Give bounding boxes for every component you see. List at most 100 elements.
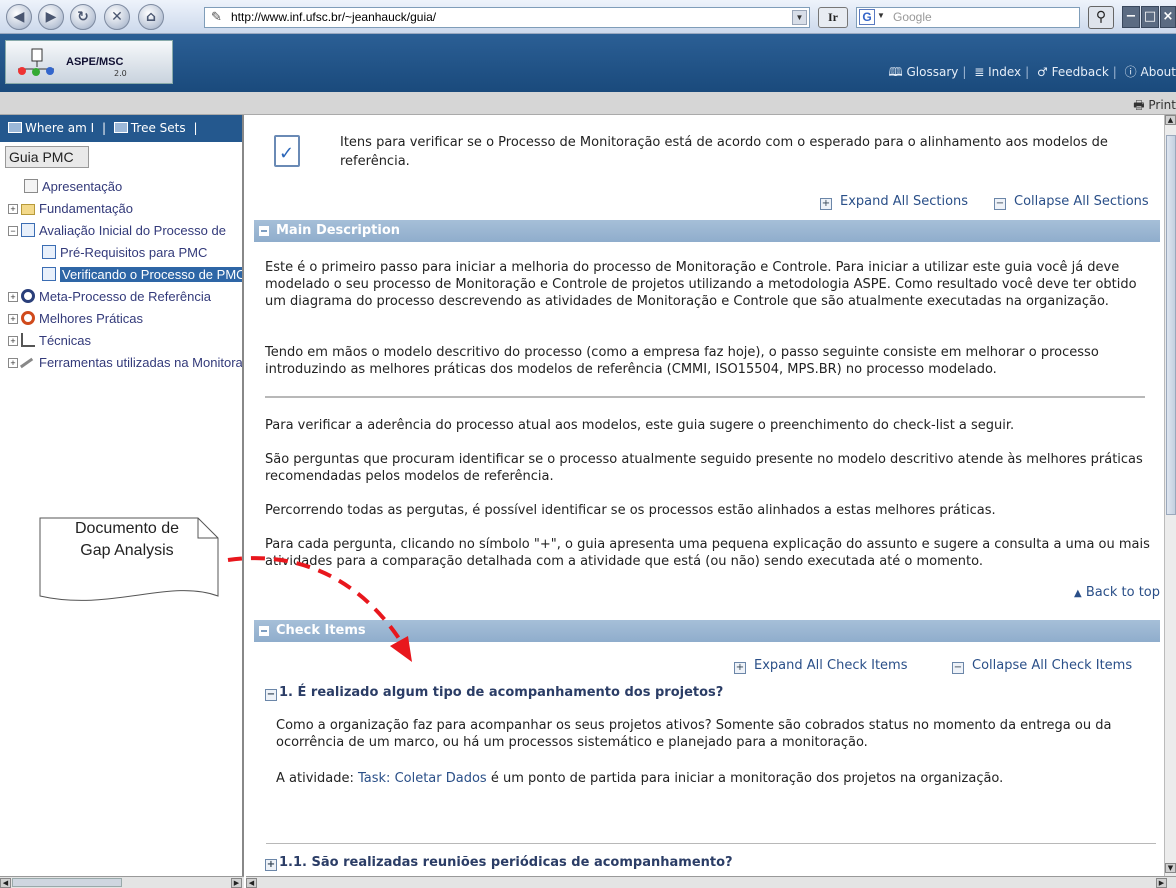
check-items-header[interactable]: Check Items bbox=[254, 620, 1160, 642]
home-icon[interactable]: ⌂ bbox=[138, 4, 164, 30]
tree-item[interactable]: + Fundamentação bbox=[8, 199, 242, 221]
print-button[interactable]: 🖶 Print bbox=[1133, 96, 1176, 117]
collapse-icon[interactable] bbox=[259, 226, 269, 236]
question-text: 1. É realizado algum tipo de acompanhame… bbox=[279, 685, 724, 700]
tree-item-label: Avaliação Inicial do Processo de bbox=[39, 223, 226, 238]
callout-line: Documento de bbox=[74, 520, 180, 537]
content-horizontal-scrollbar[interactable]: ◀ ▶ bbox=[246, 876, 1176, 888]
check-item-title[interactable]: −1. É realizado algum tipo de acompanham… bbox=[265, 685, 723, 701]
index-icon: ≣ bbox=[974, 65, 985, 79]
scroll-down-icon[interactable]: ▼ bbox=[1165, 863, 1176, 873]
tree-item[interactable]: − Avaliação Inicial do Processo de bbox=[8, 221, 242, 243]
collapse-icon[interactable] bbox=[259, 626, 269, 636]
checklist-icon bbox=[21, 223, 35, 237]
tree-item[interactable]: + Melhores Práticas bbox=[8, 309, 242, 331]
feedback-link[interactable]: Feedback bbox=[1052, 65, 1109, 79]
vertical-scrollbar[interactable]: ▲ ▼ bbox=[1164, 115, 1176, 876]
scroll-up-icon[interactable]: ▲ bbox=[1165, 115, 1176, 125]
tree-item-label: Técnicas bbox=[39, 333, 92, 348]
forward-icon[interactable]: ▶ bbox=[38, 4, 64, 30]
action-strip: 🖶 Print bbox=[0, 92, 1176, 115]
address-bar[interactable]: ✎ http://www.inf.ufsc.br/~jeanhauck/guia… bbox=[204, 7, 810, 28]
browser-toolbar: ◀ ▶ ↻ ✕ ⌂ ✎ http://www.inf.ufsc.br/~jean… bbox=[0, 0, 1176, 34]
maximize-icon[interactable]: □ bbox=[1141, 6, 1159, 28]
scroll-thumb[interactable] bbox=[1166, 135, 1176, 515]
logo-text: ASPE/MSC bbox=[66, 56, 124, 68]
section-title: Check Items bbox=[276, 623, 366, 638]
tab-tree-sets[interactable]: Tree Sets bbox=[131, 121, 186, 135]
scroll-left-icon[interactable]: ◀ bbox=[0, 878, 11, 888]
nav-tabs: Where am I | Tree Sets | bbox=[0, 115, 242, 142]
scroll-right-icon[interactable]: ▶ bbox=[1156, 878, 1167, 888]
folder-icon bbox=[21, 204, 35, 215]
collapse-icon[interactable]: − bbox=[8, 226, 18, 236]
expand-icon[interactable]: + bbox=[265, 859, 277, 871]
tree-item[interactable]: Verificando o Processo de PMC bbox=[8, 265, 242, 287]
close-icon[interactable]: × bbox=[1160, 6, 1176, 28]
tab-where-am-i[interactable]: Where am I bbox=[25, 121, 94, 135]
expand-icon[interactable]: + bbox=[8, 336, 18, 346]
gap-analysis-callout: Documento de Gap Analysis bbox=[36, 510, 218, 602]
paragraph: Para cada pergunta, clicando no símbolo … bbox=[265, 537, 1150, 569]
intro-text: Itens para verificar se o Processo de Mo… bbox=[340, 135, 1108, 169]
collapse-icon[interactable]: − bbox=[265, 689, 277, 701]
index-link[interactable]: Index bbox=[988, 65, 1021, 79]
feedback-icon: ♂ bbox=[1037, 65, 1048, 79]
expand-icon[interactable]: + bbox=[8, 314, 18, 324]
tree-item-label: Verificando o Processo de PMC bbox=[60, 267, 242, 282]
tool-icon bbox=[19, 357, 37, 373]
scroll-right-icon[interactable]: ▶ bbox=[231, 878, 242, 888]
scroll-left-icon[interactable]: ◀ bbox=[246, 878, 257, 888]
search-input[interactable]: G ▼ Google bbox=[856, 7, 1080, 28]
main-description-header[interactable]: Main Description bbox=[254, 220, 1160, 242]
tree-item[interactable]: + Ferramentas utilizadas na Monitoração bbox=[8, 353, 244, 375]
site-header: ASPE/MSC 2.0 🕮 Glossary | ≣ Index | ♂ Feed… bbox=[0, 34, 1176, 92]
task-link[interactable]: Task: Coletar Dados bbox=[358, 771, 487, 786]
about-link[interactable]: About bbox=[1141, 65, 1176, 79]
search-icon[interactable]: ⚲ bbox=[1088, 6, 1114, 29]
page-icon: ✎ bbox=[211, 9, 222, 24]
tree-item[interactable]: Apresentação bbox=[8, 177, 242, 199]
scroll-thumb[interactable] bbox=[12, 878, 122, 887]
check-item-title[interactable]: +1.1. São realizadas reuniões periódicas… bbox=[265, 855, 733, 871]
stop-icon[interactable]: ✕ bbox=[104, 4, 130, 30]
paragraph: Percorrendo todas as pergutas, é possíve… bbox=[265, 503, 996, 518]
where-am-i-icon bbox=[8, 122, 22, 133]
go-button[interactable]: Ir bbox=[818, 7, 848, 28]
glossary-link[interactable]: Glossary bbox=[906, 65, 958, 79]
tree-item[interactable]: + Meta-Processo de Referência bbox=[8, 287, 242, 309]
divider bbox=[266, 843, 1156, 844]
collapse-all-sections[interactable]: − Collapse All Sections bbox=[994, 194, 1149, 210]
tree-item-label: Meta-Processo de Referência bbox=[39, 289, 211, 304]
checklist-icon bbox=[42, 245, 56, 259]
google-icon: G bbox=[859, 9, 875, 25]
arrow-up-icon: ▲ bbox=[1073, 588, 1082, 599]
minimize-icon[interactable]: − bbox=[1122, 6, 1140, 28]
collapse-all-check-items[interactable]: − Collapse All Check Items bbox=[952, 658, 1132, 674]
expand-icon[interactable]: + bbox=[8, 204, 18, 214]
main-content: Itens para verificar se o Processo de Mo… bbox=[246, 115, 1164, 876]
back-to-top-label: Back to top bbox=[1085, 585, 1160, 600]
about-icon: ⓘ bbox=[1124, 65, 1137, 79]
left-navigation: Where am I | Tree Sets | Guia PMC Aprese… bbox=[0, 115, 244, 876]
lifebuoy-icon bbox=[21, 311, 35, 325]
reload-icon[interactable]: ↻ bbox=[70, 4, 96, 30]
tree-item[interactable]: + Técnicas bbox=[8, 331, 242, 353]
back-to-top-link[interactable]: ▲ Back to top bbox=[1074, 585, 1160, 600]
paragraph: Tendo em mãos o modelo descritivo do pro… bbox=[265, 345, 1099, 377]
expand-icon[interactable]: + bbox=[8, 358, 18, 368]
tree-item[interactable]: Pré-Requisitos para PMC bbox=[8, 243, 242, 265]
section-title: Main Description bbox=[276, 223, 401, 238]
back-icon[interactable]: ◀ bbox=[6, 4, 32, 30]
paragraph: Este é o primeiro passo para iniciar a m… bbox=[265, 260, 1137, 309]
chevron-down-icon[interactable]: ▼ bbox=[792, 10, 807, 25]
chevron-down-icon[interactable]: ▼ bbox=[877, 11, 885, 20]
expand-icon[interactable]: + bbox=[8, 292, 18, 302]
expand-all-sections[interactable]: + Expand All Sections bbox=[820, 194, 968, 210]
activity-suffix: é um ponto de partida para iniciar a mon… bbox=[490, 771, 1004, 786]
nav-horizontal-scrollbar[interactable]: ◀ ▶ bbox=[0, 876, 244, 888]
url-text: http://www.inf.ufsc.br/~jeanhauck/guia/ bbox=[231, 10, 437, 24]
tree-item-label: Ferramentas utilizadas na Monitoração bbox=[39, 355, 244, 370]
guide-selector[interactable]: Guia PMC bbox=[5, 146, 89, 168]
expand-all-check-items[interactable]: + Expand All Check Items bbox=[734, 658, 908, 674]
